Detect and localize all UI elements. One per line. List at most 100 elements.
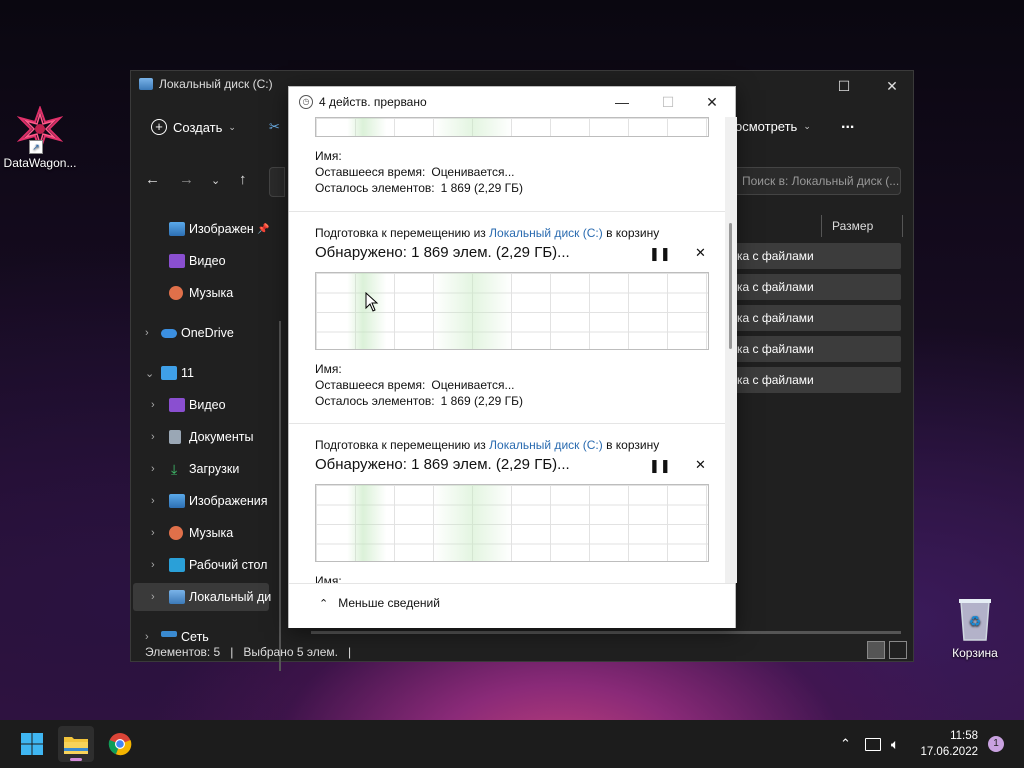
file-operation-dialog: ◷ 4 действ. прервано — ☐ ✕ Имя: Оставшее… [288,86,737,628]
desktop-icon-label: Корзина [952,646,998,660]
dialog-scrollbar[interactable] [725,117,737,583]
chevron-up-icon: ⌃ [319,597,329,610]
videos-icon [169,254,185,268]
chevron-right-icon[interactable]: › [151,399,155,411]
tiles-view-icon[interactable] [889,641,907,659]
chevron-right-icon[interactable]: › [151,591,155,603]
recent-dropdown-button[interactable]: ⌄ [211,174,220,187]
cloud-icon [161,329,177,338]
system-tray: ⌃ 🔈︎ [840,720,899,768]
sidebar-item-pc-videos[interactable]: › Видео [131,391,271,419]
fewer-details-button[interactable]: ⌃ Меньше сведений [319,596,440,610]
create-button[interactable]: + Создать ⌄ [151,119,236,135]
create-label: Создать [173,119,223,135]
sidebar-item-label: Локальный ди [189,590,272,604]
detail-time-label: Оставшееся время: [315,378,426,392]
chevron-right-icon[interactable]: › [151,527,155,539]
pictures-icon [169,222,185,236]
clock-icon: ◷ [299,95,313,109]
column-header-size[interactable]: Размер [821,215,903,237]
sidebar-item-label: Сеть [181,630,209,644]
sidebar-item-videos[interactable]: Видео [131,247,271,275]
chevron-right-icon[interactable]: › [151,463,155,475]
chevron-down-icon[interactable]: ⌄ [145,367,154,380]
desktop-icon-datawagon[interactable]: ↗ DataWagon... [0,105,80,170]
sidebar-item-downloads[interactable]: › ⤓ Загрузки [131,455,271,483]
dialog-footer: ⌃ Меньше сведений [289,583,735,628]
sidebar-item-label: Загрузки [189,462,240,476]
pause-button[interactable]: ❚❚ [649,458,671,474]
details-view-icon[interactable] [867,641,885,659]
cancel-operation-button[interactable]: ✕ [695,245,706,261]
pause-button[interactable]: ❚❚ [649,246,671,262]
back-button[interactable]: ← [145,171,160,188]
close-button[interactable]: ✕ [869,71,915,101]
sidebar-scrollbar[interactable] [279,321,281,671]
network-icon[interactable] [864,737,881,751]
sidebar-item-music[interactable]: Музыка [131,279,271,307]
chevron-up-icon[interactable]: ⌃ [840,736,851,752]
explorer-title-bar: Локальный диск (C:) [139,77,273,91]
monitor-icon [161,366,177,380]
sidebar-item-documents[interactable]: › Документы [131,423,271,451]
network-icon [161,631,177,637]
sidebar-item-label: Документы [189,430,254,444]
sidebar-item-onedrive[interactable]: › OneDrive [131,319,271,347]
chevron-right-icon[interactable]: › [151,559,155,571]
plus-circle-icon: + [151,119,167,135]
taskbar-chrome[interactable] [102,726,138,762]
clock-time: 11:58 [950,730,978,742]
chevron-right-icon[interactable]: › [145,327,149,339]
search-input[interactable]: Поиск в: Локальный диск (... [731,167,901,195]
heading-suffix: в корзину [606,226,660,240]
music-icon [169,526,183,540]
detail-time-value: Оценивается... [431,378,515,392]
source-link[interactable]: Локальный диск (C:) [489,226,603,240]
maximize-button[interactable]: ☐ [821,71,867,101]
file-row[interactable]: ка с файлами [735,336,901,362]
mouse-cursor-icon [365,291,379,317]
taskbar-clock[interactable]: 11:58 17.06.2022 [920,728,978,760]
sidebar-item-pictures[interactable]: › Изображения [131,487,271,515]
chevron-right-icon[interactable]: › [151,431,155,443]
more-button[interactable]: ... [841,115,854,133]
documents-icon [169,430,181,444]
operation-item: Подготовка к перемещению из Локальный ди… [289,211,725,424]
sidebar-item-pc-music[interactable]: › Музыка [131,519,271,547]
clock-date: 17.06.2022 [920,746,978,758]
file-row[interactable]: ка с файлами [735,305,901,331]
volume-icon[interactable]: 🔈︎ [891,736,899,753]
sidebar-item-this-pc[interactable]: ⌄ 11 [131,359,271,387]
detail-time: Оставшееся время: Оценивается... [315,165,515,179]
desktop-icon-label: DataWagon... [3,156,77,170]
close-button[interactable]: ✕ [689,87,735,117]
source-link[interactable]: Локальный диск (C:) [489,438,603,452]
chevron-right-icon[interactable]: › [151,495,155,507]
view-button[interactable]: осмотреть ⌄ [735,119,811,134]
file-row[interactable]: ка с файлами [735,243,901,269]
forward-button[interactable]: → [179,171,194,188]
up-button[interactable]: ↑ [239,171,247,188]
address-bar[interactable] [269,167,285,197]
heading-prefix: Подготовка к перемещению из [315,438,486,452]
status-separator: | [347,645,352,659]
file-row[interactable]: ка с файлами [735,274,901,300]
speed-graph [315,484,709,562]
notification-badge[interactable]: 1 [988,736,1004,752]
horizontal-scrollbar[interactable] [311,631,901,634]
scrollbar-thumb[interactable] [729,223,732,349]
sidebar-item-pictures-pinned[interactable]: Изображен 📌 [131,215,271,243]
taskbar-file-explorer[interactable] [58,726,94,762]
cancel-operation-button[interactable]: ✕ [695,457,706,473]
sidebar-item-label: Видео [189,254,226,268]
chevron-right-icon[interactable]: › [145,631,149,643]
videos-icon [169,398,185,412]
sidebar-item-desktop[interactable]: › Рабочий стол [131,551,271,579]
minimize-button[interactable]: — [599,87,645,117]
start-button[interactable] [14,726,50,762]
sidebar-item-local-disk[interactable]: › Локальный ди [133,583,272,611]
desktop-icon-recycle-bin[interactable]: ♻ Корзина [935,596,1015,660]
cut-button[interactable]: ✂ [269,119,280,135]
file-row[interactable]: ка с файлами [735,367,901,393]
status-selected-count: Выбрано 5 элем. [243,645,338,659]
